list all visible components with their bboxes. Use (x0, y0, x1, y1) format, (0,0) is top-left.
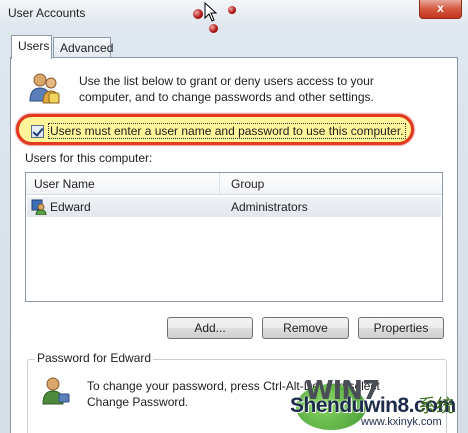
users-icon (29, 73, 60, 104)
info-text: Use the list below to grant or deny user… (79, 74, 374, 104)
tab-advanced[interactable]: Advanced (53, 37, 114, 59)
column-header-group[interactable]: Group (231, 177, 264, 191)
tab-users[interactable]: Users (11, 35, 52, 59)
decorative-dot (228, 6, 236, 14)
cell-user-name: Edward (50, 200, 91, 214)
user-icon (31, 199, 47, 215)
remove-button[interactable]: Remove (262, 317, 349, 339)
password-group-title: Password for Edward (35, 351, 154, 365)
users-list-label: Users for this computer: (25, 151, 153, 165)
users-tab-panel: Use the list below to grant or deny user… (10, 57, 458, 433)
column-header-user-name[interactable]: User Name (34, 177, 95, 191)
user-accounts-window: User Accounts x Users Advanced Use the l… (0, 0, 468, 433)
checkbox-highlight: Users must enter a user name and passwor… (16, 114, 414, 145)
decorative-dot (193, 9, 203, 19)
tab-users-label: Users (18, 39, 50, 53)
table-row[interactable]: Edward Administrators (27, 197, 441, 217)
title-bar[interactable]: User Accounts x (0, 0, 468, 30)
require-password-checkbox[interactable] (31, 124, 44, 138)
window-title: User Accounts (8, 6, 86, 20)
users-listview[interactable]: User Name Group Edward Administrators (25, 172, 443, 302)
decorative-dot (209, 24, 218, 33)
close-button[interactable]: x (419, 0, 462, 19)
listview-header: User Name Group (26, 173, 442, 195)
add-button[interactable]: Add... (167, 317, 253, 339)
mouse-cursor-icon (204, 2, 218, 22)
user-key-icon (42, 377, 70, 405)
watermark-url: www.kxinyk.com (361, 416, 442, 428)
tab-advanced-label: Advanced (60, 41, 114, 55)
require-password-checkbox-row[interactable]: Users must enter a user name and passwor… (31, 123, 406, 139)
watermark-chinese: 系统 (418, 396, 454, 416)
properties-button[interactable]: Properties (358, 317, 444, 339)
cell-group: Administrators (231, 200, 308, 214)
column-separator[interactable] (219, 173, 220, 195)
require-password-label[interactable]: Users must enter a user name and passwor… (48, 123, 406, 139)
